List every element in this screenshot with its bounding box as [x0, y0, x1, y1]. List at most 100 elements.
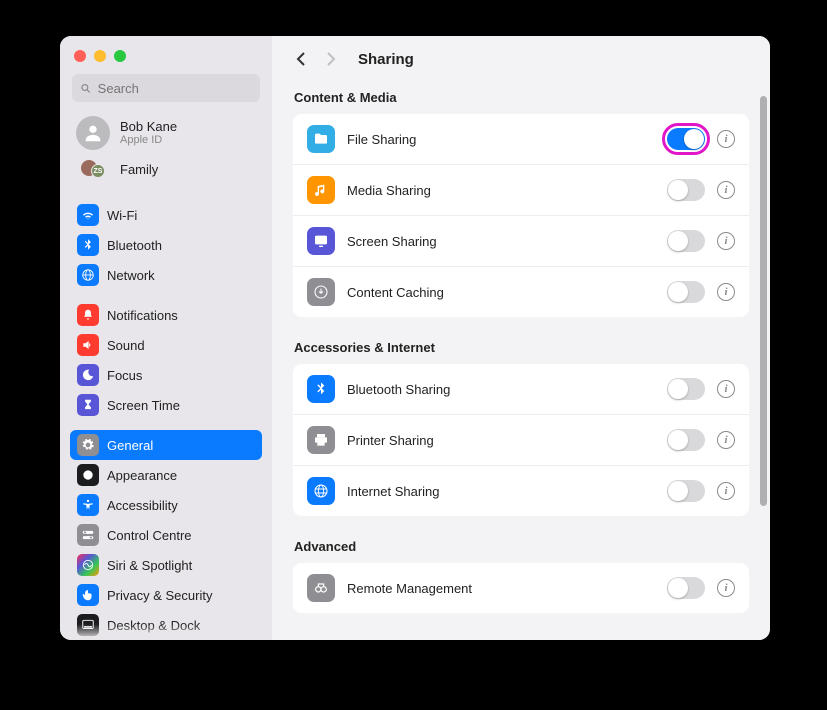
sidebar-item-desktop-dock[interactable]: Desktop & Dock [70, 610, 262, 640]
row-label: Screen Sharing [347, 234, 655, 249]
sidebar-item-sound[interactable]: Sound [70, 330, 262, 360]
bluetooth-icon [307, 375, 335, 403]
globe-icon [307, 477, 335, 505]
toggle-bluetooth-sharing[interactable] [667, 378, 705, 400]
sidebar-item-network[interactable]: Network [70, 260, 262, 290]
fullscreen-button[interactable] [114, 50, 126, 62]
gear-icon [77, 434, 99, 456]
info-button[interactable]: i [717, 283, 735, 301]
sidebar-item-label: Sound [107, 338, 145, 353]
sidebar-item-privacy-security[interactable]: Privacy & Security [70, 580, 262, 610]
switches-icon [77, 524, 99, 546]
search-field[interactable] [72, 74, 260, 102]
sidebar-item-label: Desktop & Dock [107, 618, 200, 633]
sidebar-item-accessibility[interactable]: Accessibility [70, 490, 262, 520]
folder-icon [307, 125, 335, 153]
sidebar-scroll[interactable]: Bob Kane Apple ID ZS Family Wi-Fi Bluetoo… [60, 112, 272, 640]
sidebar-item-wi-fi[interactable]: Wi-Fi [70, 200, 262, 230]
sidebar-item-screen-time[interactable]: Screen Time [70, 390, 262, 420]
hourglass-icon [77, 394, 99, 416]
toggle-internet-sharing[interactable] [667, 480, 705, 502]
toggle-file-sharing[interactable] [667, 128, 705, 150]
settings-card: File Sharing i Media Sharing i Screen Sh… [292, 113, 750, 318]
sidebar-item-label: Network [107, 268, 155, 283]
sidebar-item-control-centre[interactable]: Control Centre [70, 520, 262, 550]
minimize-button[interactable] [94, 50, 106, 62]
binoc-icon [307, 574, 335, 602]
sidebar-item-notifications[interactable]: Notifications [70, 300, 262, 330]
search-icon [80, 82, 92, 95]
sidebar-family[interactable]: ZS Family [70, 156, 262, 190]
scrollbar[interactable] [760, 96, 767, 506]
page-title: Sharing [358, 51, 414, 68]
music-icon [307, 176, 335, 204]
section-header: Content & Media [294, 90, 750, 105]
sidebar-item-siri-spotlight[interactable]: Siri & Spotlight [70, 550, 262, 580]
info-button[interactable]: i [717, 579, 735, 597]
info-button[interactable]: i [717, 232, 735, 250]
row-label: Content Caching [347, 285, 655, 300]
settings-row-bluetooth-sharing: Bluetooth Sharing i [293, 364, 749, 414]
appearance-icon [77, 464, 99, 486]
sidebar-item-label: Accessibility [107, 498, 178, 513]
settings-card: Remote Management i [292, 562, 750, 614]
family-icon: ZS [76, 158, 110, 180]
section-header: Accessories & Internet [294, 340, 750, 355]
settings-row-printer-sharing: Printer Sharing i [293, 414, 749, 465]
sidebar-item-label: Screen Time [107, 398, 180, 413]
settings-card: Bluetooth Sharing i Printer Sharing i In… [292, 363, 750, 517]
sidebar-item-appearance[interactable]: Appearance [70, 460, 262, 490]
bell-icon [77, 304, 99, 326]
sidebar: Bob Kane Apple ID ZS Family Wi-Fi Bluetoo… [60, 36, 272, 640]
row-label: Bluetooth Sharing [347, 382, 655, 397]
sidebar-item-general[interactable]: General [70, 430, 262, 460]
toolbar: Sharing [272, 36, 770, 82]
accessibility-icon [77, 494, 99, 516]
sidebar-item-label: Focus [107, 368, 142, 383]
toggle-media-sharing[interactable] [667, 179, 705, 201]
close-button[interactable] [74, 50, 86, 62]
row-label: Internet Sharing [347, 484, 655, 499]
row-label: Printer Sharing [347, 433, 655, 448]
info-button[interactable]: i [717, 431, 735, 449]
download-icon [307, 278, 335, 306]
user-name: Bob Kane [120, 120, 177, 134]
info-button[interactable]: i [717, 130, 735, 148]
search-input[interactable] [98, 81, 252, 96]
moon-icon [77, 364, 99, 386]
section-header: Advanced [294, 539, 750, 554]
content[interactable]: Content & Media File Sharing i Media Sha… [272, 82, 770, 640]
sidebar-item-label: Notifications [107, 308, 178, 323]
screen-icon [307, 227, 335, 255]
wifi-icon [77, 204, 99, 226]
info-button[interactable]: i [717, 482, 735, 500]
forward-button[interactable] [322, 50, 340, 68]
sidebar-item-label: Siri & Spotlight [107, 558, 192, 573]
sidebar-item-label: Wi-Fi [107, 208, 137, 223]
main-panel: Sharing Content & Media File Sharing i M… [272, 36, 770, 640]
traffic-lights [60, 46, 272, 74]
info-button[interactable]: i [717, 181, 735, 199]
settings-window: Bob Kane Apple ID ZS Family Wi-Fi Bluetoo… [60, 36, 770, 640]
info-button[interactable]: i [717, 380, 735, 398]
siri-icon [77, 554, 99, 576]
toggle-remote-management[interactable] [667, 577, 705, 599]
sidebar-item-label: Privacy & Security [107, 588, 212, 603]
back-button[interactable] [292, 50, 310, 68]
row-label: Media Sharing [347, 183, 655, 198]
row-label: Remote Management [347, 581, 655, 596]
sidebar-item-bluetooth[interactable]: Bluetooth [70, 230, 262, 260]
settings-row-screen-sharing: Screen Sharing i [293, 215, 749, 266]
toggle-printer-sharing[interactable] [667, 429, 705, 451]
network-icon [77, 264, 99, 286]
avatar [76, 116, 110, 150]
sidebar-user[interactable]: Bob Kane Apple ID [70, 112, 262, 156]
sidebar-item-label: General [107, 438, 153, 453]
sidebar-item-focus[interactable]: Focus [70, 360, 262, 390]
hand-icon [77, 584, 99, 606]
toggle-screen-sharing[interactable] [667, 230, 705, 252]
toggle-content-caching[interactable] [667, 281, 705, 303]
printer-icon [307, 426, 335, 454]
user-sub: Apple ID [120, 134, 177, 146]
sidebar-item-label: Bluetooth [107, 238, 162, 253]
